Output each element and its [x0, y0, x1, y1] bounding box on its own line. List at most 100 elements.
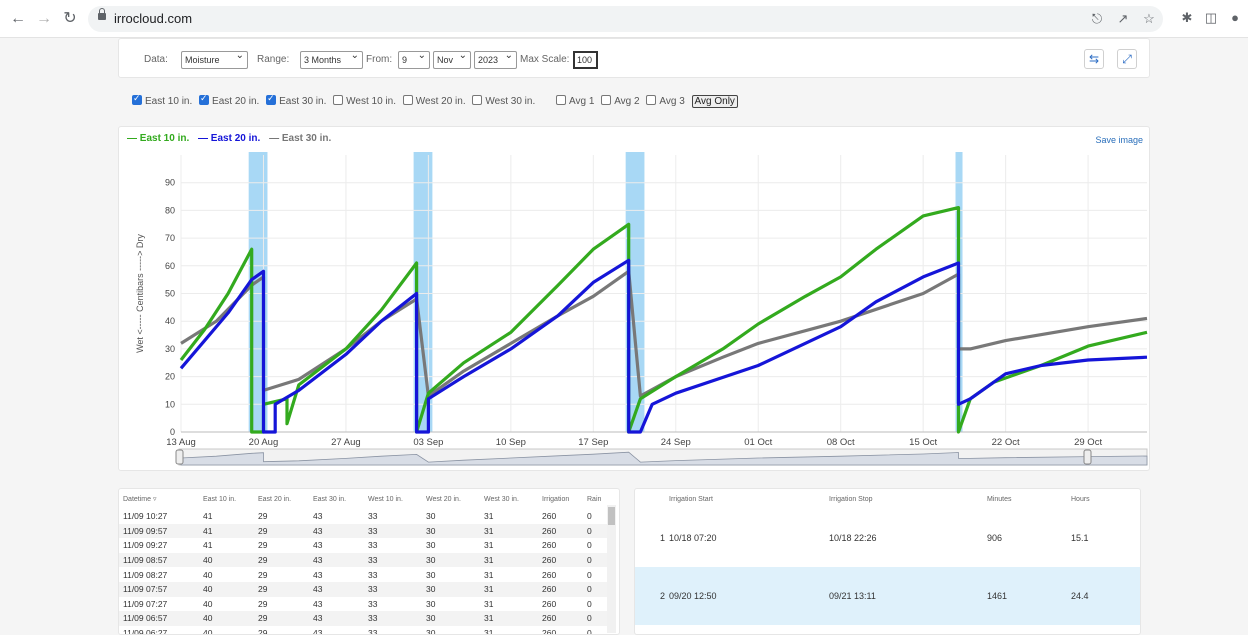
toggle-east-20[interactable]: East 20 in. [199, 93, 259, 107]
col-irrigation-start[interactable]: Irrigation Start [669, 489, 829, 509]
table-cell: 31 [484, 540, 494, 551]
toggle-east-30[interactable]: East 30 in. [266, 93, 326, 107]
toggle-avg-1[interactable]: Avg 1 [556, 95, 594, 107]
table-cell: 11/09 09:57 [119, 523, 199, 539]
table-cell: 260 [538, 523, 583, 539]
table-cell: 31 [484, 569, 494, 580]
table-cell: 30 [426, 598, 436, 609]
table-cell: 33 [364, 581, 422, 597]
table-cell: 40 [203, 598, 213, 609]
col-west-20[interactable]: West 20 in. [422, 489, 480, 509]
table-cell: 43 [313, 628, 323, 635]
scrollbar-thumb[interactable] [608, 507, 615, 525]
col-hours[interactable]: Hours [1071, 489, 1140, 509]
table-scrollbar[interactable] [607, 505, 616, 633]
toggle-avg-3[interactable]: Avg 3 [646, 95, 685, 107]
x-tick-label: 13 Aug [166, 437, 196, 448]
navigator-left-handle[interactable] [175, 449, 184, 465]
table-cell: 260 [542, 598, 557, 609]
table-cell: 0 [587, 540, 592, 551]
install-app-icon[interactable]: ⎋ [1088, 11, 1106, 27]
address-bar[interactable]: irrocloud.com ⎋ ↗ ☆ [88, 6, 1163, 32]
checkbox-unchecked-icon[interactable] [646, 95, 657, 106]
toggle-west-20[interactable]: West 20 in. [402, 95, 466, 107]
table-cell: 33 [368, 511, 378, 522]
moisture-chart[interactable]: 0 10 20 30 40 50 60 70 80 90 13 Aug 20 Aug 27 Aug 03 … [119, 127, 1149, 470]
toggle-west-30[interactable]: West 30 in. [472, 95, 535, 107]
checkbox-unchecked-icon[interactable] [472, 95, 483, 106]
side-panel-icon[interactable]: ◫ [1202, 10, 1220, 26]
fullscreen-expand-icon[interactable]: ⤢ [1117, 49, 1137, 69]
table-row[interactable]: 11/09 07:27 40 29 43 33 30 31 260 0 [119, 597, 607, 612]
col-east-10[interactable]: East 10 in. [199, 489, 254, 509]
reload-icon[interactable]: ↻ [60, 9, 80, 29]
table-row[interactable]: 11/09 06:57 40 29 43 33 30 31 260 0 [119, 611, 607, 626]
checkbox-checked-icon[interactable] [199, 93, 210, 106]
table-cell: 31 [480, 581, 538, 597]
checkbox-unchecked-icon[interactable] [601, 95, 612, 106]
from-day-select[interactable]: 9 [398, 50, 430, 69]
col-minutes[interactable]: Minutes [987, 489, 1071, 509]
checkbox-checked-icon[interactable] [132, 93, 142, 106]
checkbox-checked-icon[interactable] [266, 93, 277, 106]
back-arrow-icon[interactable]: ← [8, 9, 28, 29]
col-irrigation[interactable]: Irrigation [538, 489, 583, 509]
col-east-20[interactable]: East 20 in. [254, 489, 309, 509]
table-row[interactable]: 11/09 09:57 41 29 43 33 30 31 260 0 [119, 523, 607, 539]
table-row[interactable]: 11/09 08:27 40 29 43 33 30 31 260 0 [119, 567, 607, 582]
irrigation-row[interactable]: 1 10/18 07:20 10/18 22:26 906 15.1 [635, 509, 1140, 567]
table-row[interactable]: 11/09 06:27 40 29 43 33 30 31 260 0 [119, 626, 607, 635]
forward-arrow-icon[interactable]: → [34, 9, 54, 29]
col-datetime[interactable]: Datetime ▿ [119, 489, 199, 509]
col-east-30[interactable]: East 30 in. [309, 489, 364, 509]
table-cell: 33 [364, 611, 422, 626]
table-cell: 43 [309, 581, 364, 597]
series-line-east-20-in-[interactable] [179, 258, 1148, 434]
col-rain[interactable]: Rain [583, 489, 607, 509]
table-cell: 43 [309, 523, 364, 539]
checkbox-unchecked-icon[interactable] [333, 95, 344, 106]
data-select[interactable]: Moisture [181, 50, 248, 69]
table-cell: 33 [368, 598, 378, 609]
refresh-sync-icon[interactable]: ⇆ [1084, 49, 1104, 69]
lock-icon [98, 8, 106, 20]
table-row[interactable]: 11/09 07:57 40 29 43 33 30 31 260 0 [119, 581, 607, 597]
table-cell: 260 [542, 540, 557, 551]
extensions-puzzle-icon[interactable]: ✱ [1178, 10, 1196, 26]
irrigation-row[interactable]: 2 09/20 12:50 09/21 13:11 1461 24.4 [635, 567, 1140, 625]
col-west-30[interactable]: West 30 in. [480, 489, 538, 509]
table-row[interactable]: 11/09 09:27 41 29 43 33 30 31 260 0 [119, 538, 607, 553]
from-year-select[interactable]: 2023 [474, 50, 517, 69]
table-cell: 29 [258, 569, 268, 580]
avg-only-button[interactable]: Avg Only [691, 95, 738, 108]
table-row[interactable]: 11/09 10:27 41 29 43 33 30 31 260 0 [119, 509, 607, 524]
toggle-west-10[interactable]: West 10 in. [333, 95, 396, 107]
table-cell: 11/09 07:57 [119, 581, 199, 597]
col-west-10[interactable]: West 10 in. [364, 489, 422, 509]
table-cell: 30 [422, 523, 480, 539]
range-select[interactable]: 3 Months [300, 50, 363, 69]
x-tick-label: 01 Oct [744, 437, 772, 448]
toggle-avg-2[interactable]: Avg 2 [601, 95, 640, 107]
max-scale-input[interactable]: 100 [573, 51, 598, 69]
checkbox-unchecked-icon[interactable] [556, 95, 567, 106]
from-month-select[interactable]: Nov [433, 50, 471, 69]
x-tick-label: 03 Sep [413, 437, 443, 448]
table-cell: 0 [583, 611, 607, 626]
table-cell: 260 [538, 552, 583, 568]
share-icon[interactable]: ↗ [1114, 11, 1132, 27]
navigator-right-handle[interactable] [1083, 449, 1092, 465]
bookmark-star-icon[interactable]: ☆ [1140, 11, 1158, 27]
table-row[interactable]: 11/09 08:57 40 29 43 33 30 31 260 0 [119, 552, 607, 568]
table-cell: 40 [203, 569, 213, 580]
table-cell: 43 [313, 540, 323, 551]
table-cell: 0 [587, 598, 592, 609]
toggle-east-10[interactable]: East 10 in. [132, 93, 192, 107]
range-label: Range: [257, 54, 290, 65]
table-cell: 29 [254, 523, 309, 539]
profile-avatar-icon[interactable]: ● [1226, 10, 1244, 25]
col-irrigation-stop[interactable]: Irrigation Stop [829, 489, 987, 509]
checkbox-unchecked-icon[interactable] [402, 95, 413, 106]
table-cell: 40 [203, 628, 213, 635]
x-tick-label: 27 Aug [331, 437, 361, 448]
